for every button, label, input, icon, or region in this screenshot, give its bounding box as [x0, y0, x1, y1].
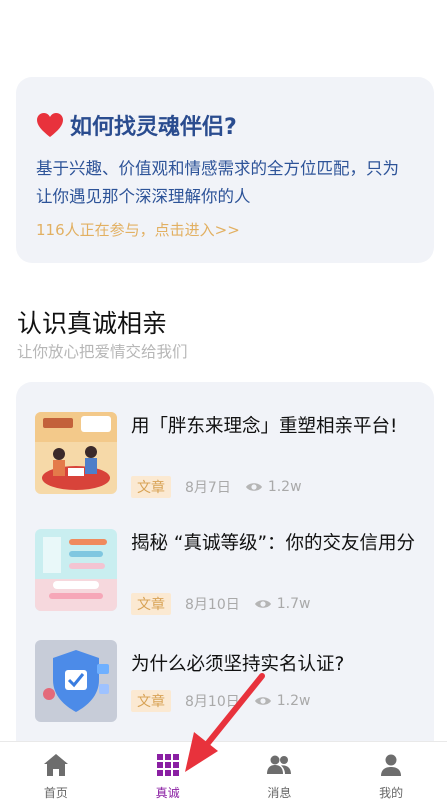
tab-home[interactable]: 首页: [0, 742, 112, 801]
article-item[interactable]: 揭秘 “真诚等级”：你的交友信用分 文章 8月10日 1.7w: [35, 529, 425, 615]
promo-description: 基于兴趣、价值观和情感需求的全方位匹配，只为让你遇见那个深深理解你的人: [36, 159, 399, 206]
article-tag: 文章: [131, 476, 171, 498]
tab-sincere[interactable]: 真诚: [112, 742, 224, 801]
user-icon: [381, 754, 402, 776]
article-date: 8月10日: [185, 597, 240, 613]
eye-icon: [245, 483, 262, 491]
article-tag: 文章: [131, 593, 171, 615]
tab-label: 消息: [267, 786, 292, 800]
article-thumbnail: [35, 529, 117, 611]
promo-link[interactable]: 116人正在参与，点击进入>>: [36, 219, 414, 240]
tab-mine[interactable]: 我的: [335, 742, 447, 801]
tab-label: 我的: [379, 786, 404, 800]
promo-title: 如何找灵魂伴侣?: [70, 115, 237, 140]
article-views: 1.2w: [267, 479, 302, 495]
section-title: 认识真诚相亲: [17, 309, 168, 338]
bottom-tab-bar: 首页 真诚 消息 我的: [0, 741, 447, 801]
home-icon: [43, 754, 68, 776]
article-date: 8月7日: [185, 480, 231, 496]
article-title: 揭秘 “真诚等级”：你的交友信用分: [131, 533, 416, 554]
section-subtitle: 让你放心把爱情交给我们: [17, 343, 188, 361]
article-meta: 文章 8月10日 1.7w: [131, 593, 310, 615]
soulmate-promo-card[interactable]: 如何找灵魂伴侣? 基于兴趣、价值观和情感需求的全方位匹配，只为让你遇见那个深深理…: [16, 77, 434, 263]
article-date: 8月10日: [185, 694, 240, 710]
article-item[interactable]: 为什么必须坚持实名认证? 文章 8月10日 1.2w: [35, 640, 425, 722]
tab-label: 真诚: [155, 786, 180, 800]
article-meta: 文章 8月10日 1.2w: [131, 690, 310, 712]
article-thumbnail: [35, 412, 117, 494]
article-views: 1.7w: [276, 596, 311, 612]
article-list: 用「胖东来理念」重塑相亲平台! 文章 8月7日 1.2w 揭秘 “真诚等级”：你…: [16, 382, 434, 762]
heart-icon: [37, 113, 63, 137]
people-icon: [267, 755, 292, 774]
article-title: 用「胖东来理念」重塑相亲平台!: [131, 416, 398, 437]
article-tag: 文章: [131, 690, 171, 712]
article-title: 为什么必须坚持实名认证?: [131, 654, 345, 675]
tab-label: 首页: [43, 786, 68, 800]
grid-icon: [156, 754, 179, 776]
eye-icon: [254, 600, 271, 608]
tab-messages[interactable]: 消息: [224, 742, 336, 801]
article-thumbnail: [35, 640, 117, 722]
article-meta: 文章 8月7日 1.2w: [131, 476, 302, 498]
eye-icon: [254, 697, 271, 705]
article-views: 1.2w: [276, 693, 311, 709]
promo-title-row: 如何找灵魂伴侣?: [36, 109, 414, 141]
article-item[interactable]: 用「胖东来理念」重塑相亲平台! 文章 8月7日 1.2w: [35, 412, 425, 498]
